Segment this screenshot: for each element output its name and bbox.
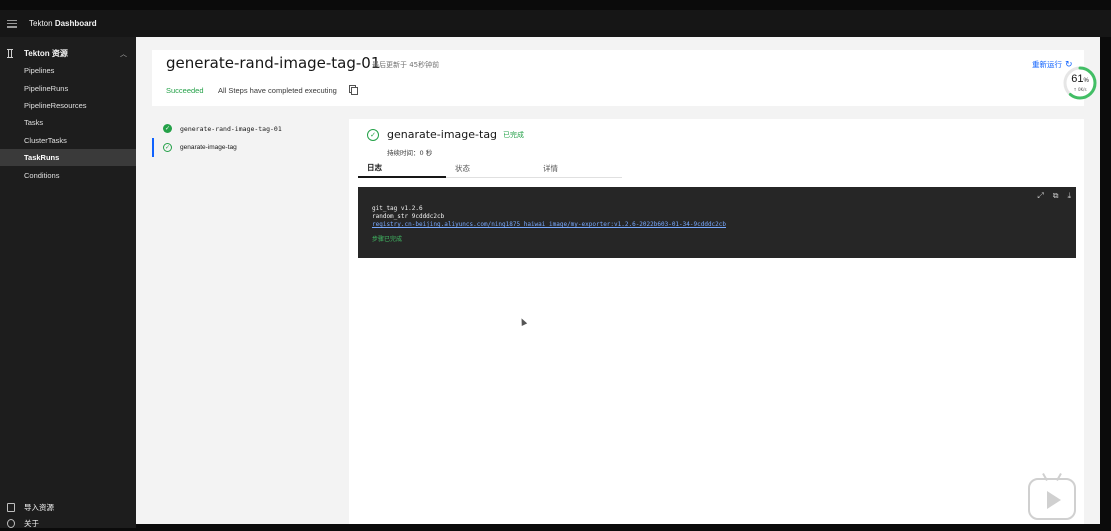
download-icon[interactable]: ⤓: [1067, 191, 1071, 201]
app-title-bold: Dashboard: [54, 19, 97, 28]
copy-icon[interactable]: [349, 85, 358, 95]
sidebar-item-clustertasks[interactable]: ClusterTasks: [0, 132, 136, 149]
import-icon: [7, 502, 15, 512]
step-name: genarate-image-tag: [387, 128, 498, 141]
progress-unit: %: [1083, 78, 1089, 84]
sidebar-section-tekton-resources[interactable]: Tekton 资源 ︿: [0, 45, 136, 62]
step-duration: 持续时间：0 秒: [387, 149, 433, 157]
info-icon: [7, 518, 15, 528]
tab-details[interactable]: 详情: [534, 159, 622, 178]
about-label: 关于: [24, 518, 39, 528]
chevron-up-icon: ︿: [120, 50, 127, 58]
top-header: Tekton Dashboard: [0, 10, 1111, 37]
progress-percent: 61%: [1062, 73, 1098, 85]
open-external-icon[interactable]: ⧉: [1053, 191, 1059, 201]
sidebar-item-pipelineruns[interactable]: PipelineRuns: [0, 79, 136, 96]
sidebar-item-tasks[interactable]: Tasks: [0, 114, 136, 131]
step-complete-message: 步骤已完成: [372, 236, 403, 243]
log-viewer: ⤢ ⧉ ⤓ git_tag v1.2.6 random_str 9cdddc2c…: [358, 187, 1076, 258]
tab-logs[interactable]: 日志: [358, 159, 446, 178]
sidebar-section-label: Tekton 资源: [24, 49, 68, 58]
video-play-watermark-icon: [1028, 478, 1076, 520]
success-outline-icon: ✓: [163, 143, 172, 152]
progress-sub: ↑ 0K/s: [1073, 87, 1087, 92]
last-updated: 最后更新于 45秒钟前: [372, 61, 440, 69]
task-list: ✓ generate-rand-image-tag-01 ✓ genarate-…: [152, 119, 349, 157]
log-line: random_str 9cdddc2cb: [372, 213, 445, 220]
status-message: All Steps have completed executing: [218, 86, 337, 95]
main-content: generate-rand-image-tag-01 最后更新于 45秒钟前 S…: [136, 37, 1100, 524]
app-title-prefix: Tekton: [29, 19, 53, 28]
app-frame: Tekton Dashboard Tekton 资源 ︿ Pipelines P…: [0, 0, 1111, 528]
log-line: git_tag v1.2.6: [372, 205, 423, 212]
sidebar-item-about[interactable]: 关于: [0, 515, 136, 531]
tab-status[interactable]: 状态: [446, 159, 534, 178]
page-title: generate-rand-image-tag-01: [166, 54, 381, 72]
log-toolbar: ⤢ ⧉ ⤓: [1037, 191, 1071, 201]
progress-ring: 61% ↑ 0K/s: [1062, 65, 1098, 101]
task-item-generate-rand-image-tag[interactable]: ✓ generate-rand-image-tag-01: [152, 119, 349, 138]
pipelinerun-header: generate-rand-image-tag-01 最后更新于 45秒钟前 S…: [152, 50, 1084, 106]
sidebar-item-taskruns[interactable]: TaskRuns: [0, 148, 136, 167]
hourglass-icon: [6, 49, 14, 58]
sidebar-item-conditions[interactable]: Conditions: [0, 166, 136, 183]
log-lines: git_tag v1.2.6 random_str 9cdddc2cb regi…: [372, 205, 726, 244]
hamburger-menu-icon[interactable]: [7, 19, 17, 28]
import-label: 导入资源: [24, 502, 54, 512]
success-check-icon: ✓: [163, 124, 172, 133]
log-link[interactable]: registry.cn-beijing.aliyuncs.com/ning187…: [372, 221, 726, 229]
step-header: ✓ genarate-image-tag 已完成: [367, 128, 524, 141]
step-details-panel: ✓ genarate-image-tag 已完成 持续时间：0 秒 日志 状态 …: [349, 119, 1084, 524]
success-outline-icon: ✓: [367, 128, 379, 141]
step-item-genarate-image-tag[interactable]: ✓ genarate-image-tag: [152, 138, 349, 157]
step-label: genarate-image-tag: [180, 144, 237, 151]
sidebar-bottom: 导入资源 关于: [0, 499, 136, 531]
maximize-icon[interactable]: ⤢: [1037, 191, 1043, 201]
status-badge: Succeeded: [166, 86, 204, 95]
progress-value: 61: [1071, 73, 1084, 85]
app-title[interactable]: Tekton Dashboard: [29, 19, 97, 28]
task-label: generate-rand-image-tag-01: [180, 124, 282, 133]
sidebar: Tekton 资源 ︿ Pipelines PipelineRuns Pipel…: [0, 37, 136, 528]
rerun-label: 重新运行: [1032, 60, 1062, 69]
step-tabs: 日志 状态 详情: [358, 159, 622, 178]
sidebar-item-pipelineresources[interactable]: PipelineResources: [0, 97, 136, 114]
sidebar-item-pipelines[interactable]: Pipelines: [0, 62, 136, 79]
step-status: 已完成: [503, 130, 525, 139]
sidebar-item-import[interactable]: 导入资源: [0, 499, 136, 515]
